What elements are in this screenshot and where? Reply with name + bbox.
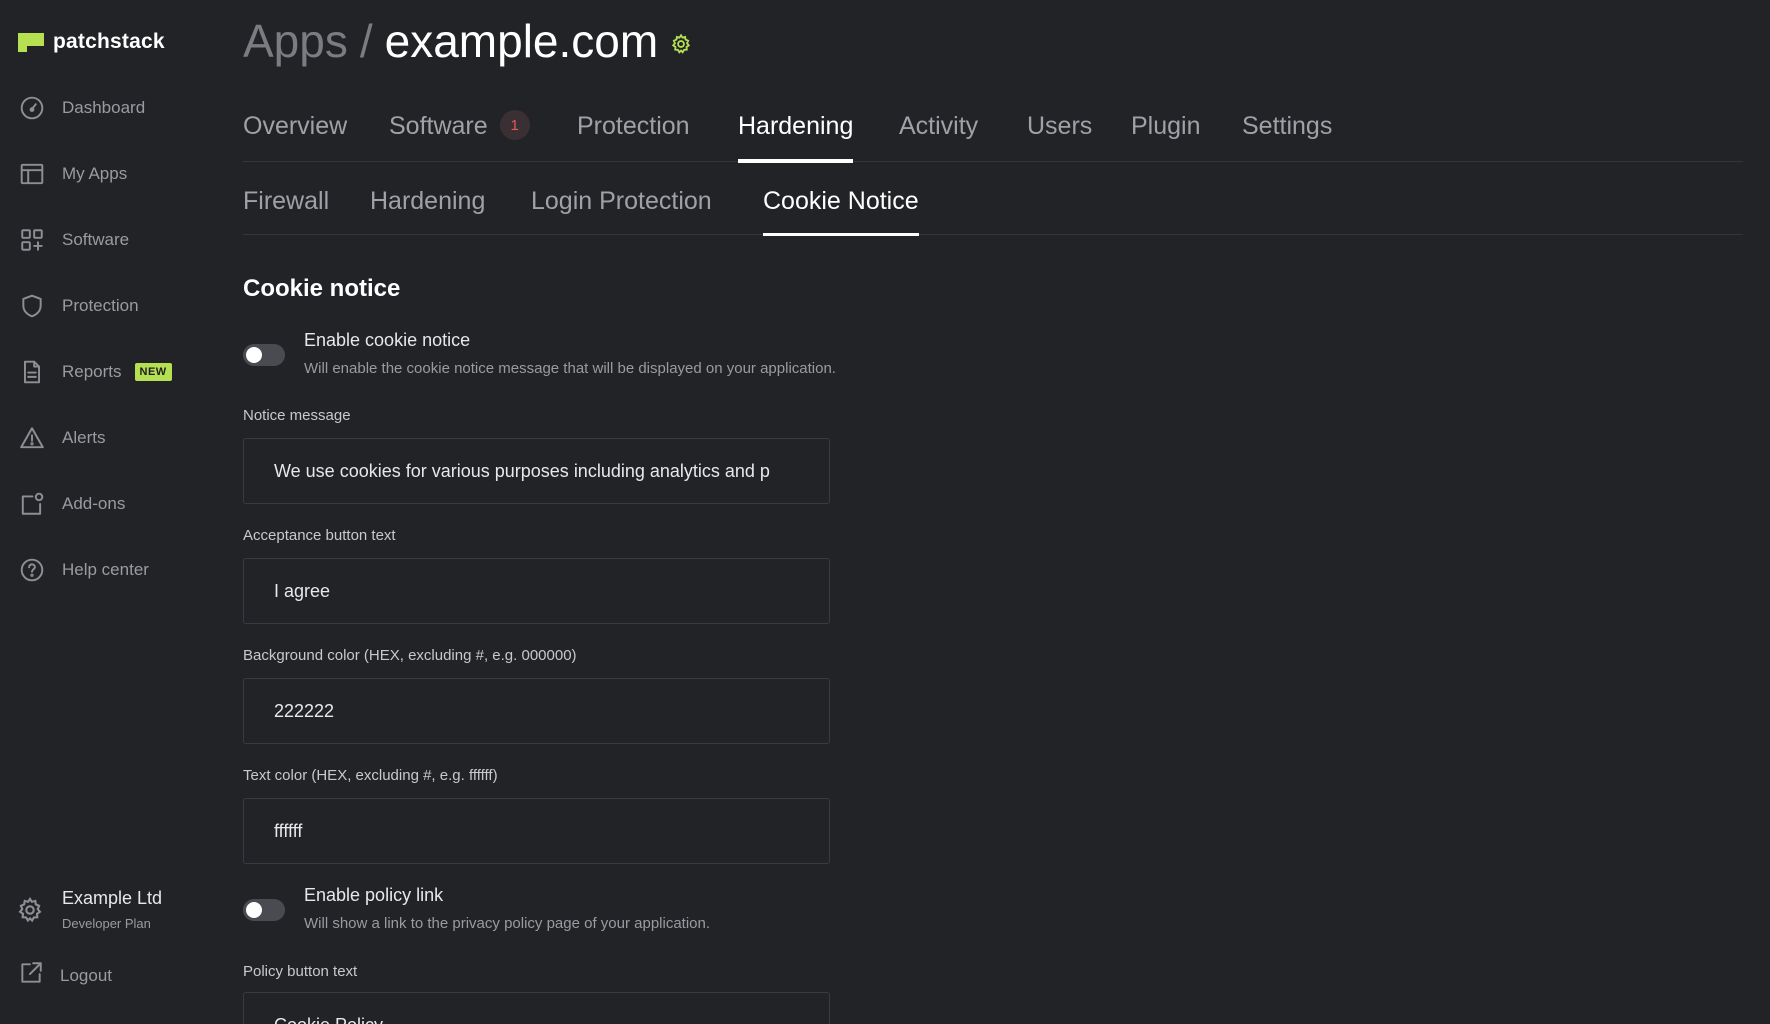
- notice-message-label: Notice message: [243, 407, 351, 424]
- background-color-label: Background color (HEX, excluding #, e.g.…: [243, 647, 577, 664]
- tab-label: Plugin: [1131, 112, 1201, 140]
- sidebar-item-label: Help center: [62, 560, 149, 579]
- enable-cookie-notice-toggle[interactable]: [243, 344, 285, 366]
- subtab-cookie-notice[interactable]: Cookie Notice: [763, 187, 919, 236]
- enable-policy-link-toggle[interactable]: [243, 899, 285, 921]
- sidebar-item-label: Dashboard: [62, 98, 146, 117]
- account-plan: Developer Plan: [62, 916, 151, 931]
- sidebar-item-my-apps[interactable]: My Apps: [18, 154, 218, 194]
- sidebar-item-label: Alerts: [62, 428, 106, 447]
- gear-icon: [16, 896, 46, 926]
- sidebar-item-label: Reports: [62, 362, 122, 381]
- tab-software[interactable]: Software 1: [389, 110, 530, 162]
- policy-button-label: Policy button text: [243, 963, 358, 980]
- tab-protection[interactable]: Protection: [577, 112, 690, 162]
- sidebar-item-label: Software: [62, 230, 130, 249]
- shield-icon: [18, 292, 46, 320]
- sidebar-item-dashboard[interactable]: Dashboard: [18, 88, 218, 128]
- patchstack-logo-icon: [18, 32, 44, 52]
- tab-activity[interactable]: Activity: [899, 112, 978, 162]
- background-color-field: [243, 678, 830, 744]
- addons-icon: [18, 490, 46, 518]
- toggle-label: Enable policy link: [304, 885, 444, 905]
- tab-label: Software: [389, 112, 488, 140]
- toggle-description: Will enable the cookie notice message th…: [304, 360, 836, 377]
- policy-button-field: [243, 992, 830, 1024]
- tab-plugin[interactable]: Plugin: [1131, 112, 1201, 162]
- sidebar-item-alerts[interactable]: Alerts: [18, 418, 218, 458]
- sidebar-item-software[interactable]: Software: [18, 220, 218, 260]
- policy-button-input[interactable]: [244, 993, 829, 1024]
- sidebar-item-protection[interactable]: Protection: [18, 286, 218, 326]
- section-title: Cookie notice: [243, 275, 401, 302]
- breadcrumb-apps-link[interactable]: Apps: [243, 14, 348, 68]
- sidebar-item-help-center[interactable]: Help center: [18, 550, 218, 590]
- subtab-hardening[interactable]: Hardening: [370, 187, 485, 235]
- tab-label: Protection: [577, 112, 690, 140]
- tab-label: Overview: [243, 112, 348, 140]
- tab-label: Activity: [899, 112, 979, 140]
- tab-users[interactable]: Users: [1027, 112, 1092, 162]
- enable-policy-link-row: Enable policy link Will show a link to t…: [243, 885, 710, 932]
- account-name: Example Ltd: [62, 888, 163, 908]
- sidebar: patchstack Dashboard My Apps Software Pr…: [0, 0, 226, 1024]
- notice-message-input[interactable]: [244, 439, 829, 503]
- sidebar-item-reports[interactable]: Reports NEW: [18, 352, 218, 392]
- tab-label: Settings: [1242, 112, 1333, 140]
- acceptance-button-label: Acceptance button text: [243, 527, 396, 544]
- logout-label: Logout: [60, 965, 112, 985]
- toggle-label: Enable cookie notice: [304, 330, 471, 350]
- logout-button[interactable]: Logout: [18, 960, 112, 991]
- brand-logo[interactable]: patchstack: [18, 30, 165, 54]
- tab-label: Hardening: [738, 112, 854, 140]
- alert-icon: [18, 424, 46, 452]
- main-tabs: Overview Software 1 Protection Hardening …: [243, 110, 1743, 163]
- subtab-firewall[interactable]: Firewall: [243, 187, 329, 235]
- tab-overview[interactable]: Overview: [243, 112, 347, 162]
- help-icon: [18, 556, 46, 584]
- tab-label: Users: [1027, 112, 1093, 140]
- logout-icon: [18, 960, 44, 991]
- report-icon: [18, 358, 46, 386]
- tab-hardening[interactable]: Hardening: [738, 112, 854, 163]
- sub-tabs: Firewall Hardening Login Protection Cook…: [243, 187, 1743, 236]
- toggle-description: Will show a link to the privacy policy p…: [304, 915, 711, 932]
- brand-name: patchstack: [53, 30, 165, 53]
- toggle-knob: [246, 902, 262, 918]
- text-color-field: [243, 798, 830, 864]
- subtab-login-protection[interactable]: Login Protection: [531, 187, 712, 235]
- apps-icon: [18, 160, 46, 188]
- sidebar-item-label: My Apps: [62, 164, 128, 183]
- gear-icon[interactable]: [670, 33, 692, 55]
- breadcrumb-separator: /: [359, 15, 373, 67]
- software-icon: [18, 226, 46, 254]
- app-root: patchstack Dashboard My Apps Software Pr…: [0, 0, 1770, 1024]
- text-color-label: Text color (HEX, excluding #, e.g. fffff…: [243, 767, 498, 784]
- account-switcher[interactable]: Example Ltd Developer Plan: [16, 888, 216, 931]
- background-color-input[interactable]: [244, 679, 829, 743]
- tab-settings[interactable]: Settings: [1242, 112, 1332, 162]
- sidebar-item-add-ons[interactable]: Add-ons: [18, 484, 218, 524]
- page-title: example.com: [384, 15, 659, 67]
- acceptance-button-field: [243, 558, 830, 624]
- text-color-input[interactable]: [244, 799, 829, 863]
- toggle-knob: [246, 347, 262, 363]
- notice-message-field: [243, 438, 830, 504]
- breadcrumb: Apps / example.com: [243, 14, 692, 68]
- acceptance-button-input[interactable]: [244, 559, 829, 623]
- sidebar-item-label: Protection: [62, 296, 139, 315]
- software-count-badge: 1: [499, 110, 530, 140]
- sidebar-item-label: Add-ons: [62, 494, 126, 513]
- dashboard-icon: [18, 94, 46, 122]
- new-badge: NEW: [134, 363, 172, 381]
- enable-cookie-notice-row: Enable cookie notice Will enable the coo…: [243, 330, 836, 377]
